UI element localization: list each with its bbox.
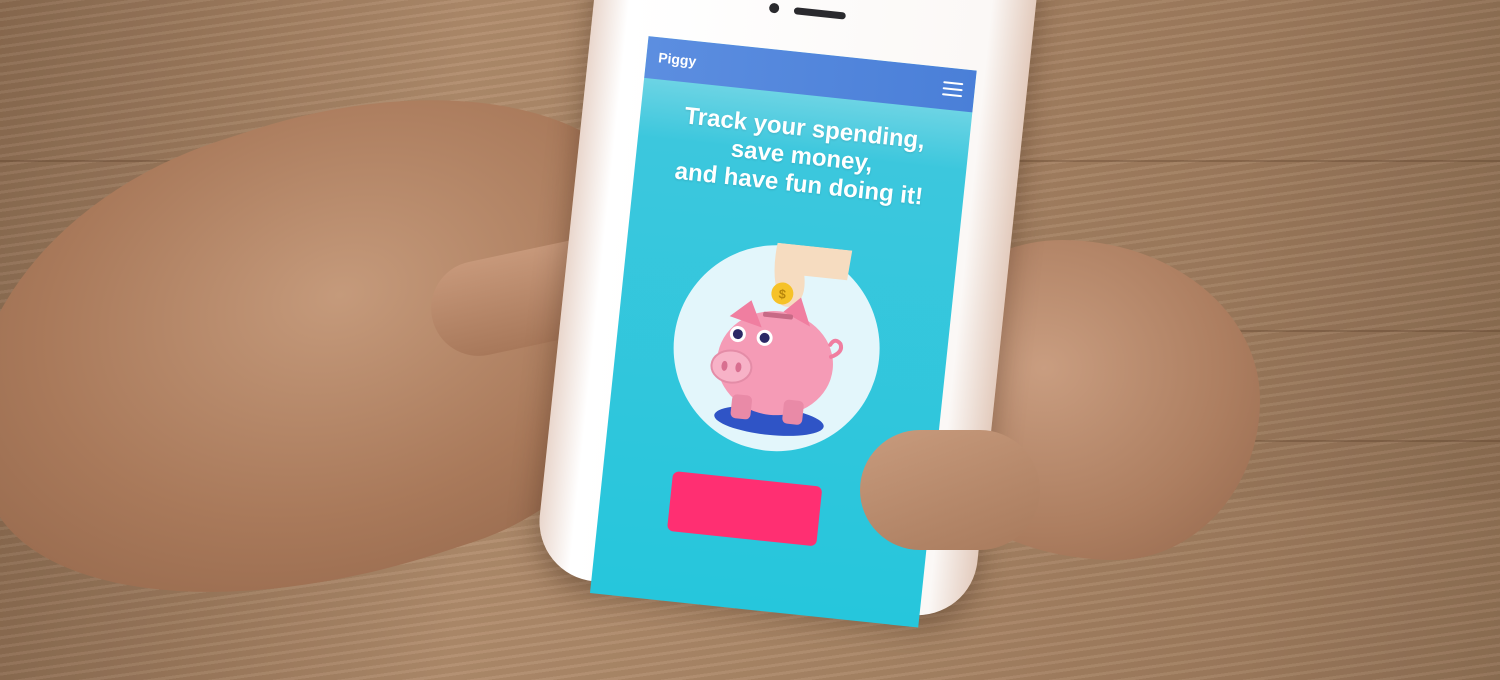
piggy-bank-coin-icon: $ [673, 242, 880, 452]
hamburger-menu-icon[interactable] [941, 81, 964, 98]
front-camera-icon [768, 2, 780, 14]
earpiece-speaker [793, 7, 847, 20]
top-navbar: Piggy [644, 36, 977, 113]
hero-headline: Track your spending, save money, and hav… [643, 99, 960, 215]
pig-leg [730, 394, 752, 420]
app-brand[interactable]: Piggy [658, 49, 698, 69]
primary-cta-button[interactable] [666, 471, 823, 547]
pig-leg [782, 399, 804, 425]
right-thumb [860, 430, 1040, 550]
